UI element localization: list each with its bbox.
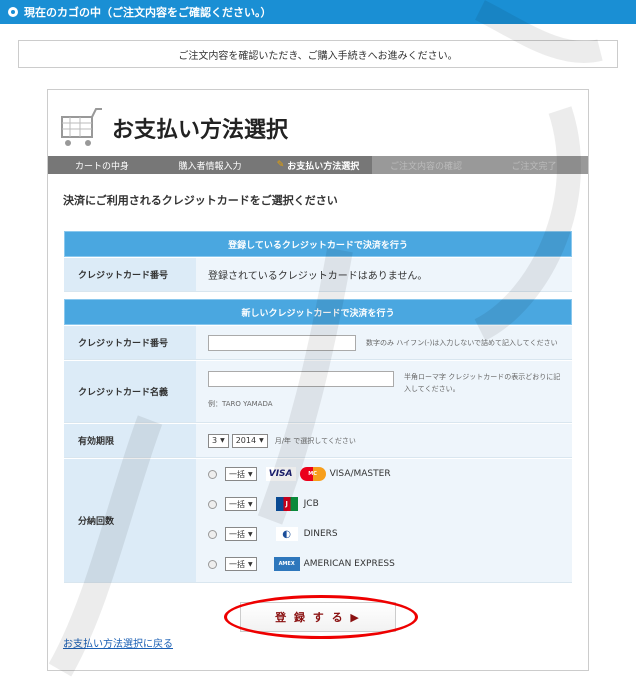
step-confirm: ご注文内容の確認 bbox=[372, 156, 480, 174]
diners-installment-select[interactable]: 一括▼ bbox=[225, 527, 257, 541]
step-payment-label: お支払い方法選択 bbox=[287, 159, 359, 172]
visa-logo-icon: VISA bbox=[266, 467, 296, 481]
amex-logo-icon: AMEX bbox=[274, 557, 300, 571]
step-payment: ✎ お支払い方法選択 bbox=[264, 156, 372, 174]
back-to-payment-link[interactable]: お支払い方法選択に戻る bbox=[63, 635, 173, 650]
payment-panel: お支払い方法選択 カートの中身 購入者情報入力 ✎ お支払い方法選択 ご注文内容… bbox=[47, 89, 589, 671]
pencil-icon: ✎ bbox=[277, 160, 285, 170]
amex-radio[interactable] bbox=[208, 560, 217, 569]
visa-master-installment-select[interactable]: 一括▼ bbox=[225, 467, 257, 481]
chevron-down-icon: ▼ bbox=[259, 437, 264, 444]
expiry-label: 有効期限 bbox=[64, 424, 196, 457]
card-name-input[interactable] bbox=[208, 371, 394, 387]
expiry-month-select[interactable]: 3▼ bbox=[208, 434, 229, 448]
step-buyer-info: 購入者情報入力 bbox=[156, 156, 264, 174]
card-name-label: クレジットカード名義 bbox=[64, 361, 196, 422]
chevron-down-icon: ▼ bbox=[248, 531, 253, 538]
cart-status-bar: 現在のカゴの中（ご注文内容をご確認ください。） bbox=[0, 0, 636, 24]
card-number-label: クレジットカード番号 bbox=[64, 326, 196, 359]
expiry-year-select[interactable]: 2014▼ bbox=[232, 434, 268, 448]
chevron-down-icon: ▼ bbox=[248, 561, 253, 568]
card-number-hint: 数字のみ ハイフン(-)は入力しないで詰めて記入してください bbox=[366, 338, 558, 348]
diners-radio[interactable] bbox=[208, 530, 217, 539]
installment-cell: 一括▼ VISA MC VISA/MASTER 一括▼ J JCB 一括▼ ◐ … bbox=[196, 459, 572, 582]
registered-card-row: クレジットカード番号 登録されているクレジットカードはありません。 bbox=[64, 258, 572, 292]
installment-label: 分納回数 bbox=[64, 459, 196, 582]
registered-card-value: 登録されているクレジットカードはありません。 bbox=[196, 258, 572, 291]
mastercard-logo-icon: MC bbox=[300, 467, 326, 481]
bullet-icon bbox=[8, 7, 18, 17]
registered-card-header: 登録しているクレジットカードで決済を行う bbox=[64, 231, 572, 257]
card-number-input[interactable] bbox=[208, 335, 356, 351]
new-card-header: 新しいクレジットカードで決済を行う bbox=[64, 299, 572, 325]
visa-master-radio[interactable] bbox=[208, 470, 217, 479]
expiry-cell: 3▼ 2014▼ 月/年 で選択してください bbox=[196, 424, 572, 457]
notice-box: ご注文内容を確認いただき、ご購入手続きへお進みください。 bbox=[18, 40, 618, 68]
chevron-down-icon: ▼ bbox=[220, 437, 225, 444]
visa-master-installment-value: 一括 bbox=[229, 469, 245, 480]
visa-master-label: VISA/MASTER bbox=[330, 469, 391, 479]
payment-option-visa-master: 一括▼ VISA MC VISA/MASTER bbox=[208, 467, 391, 481]
chevron-down-icon: ▼ bbox=[248, 501, 253, 508]
jcb-installment-value: 一括 bbox=[229, 499, 245, 510]
amex-label: AMERICAN EXPRESS bbox=[304, 559, 395, 569]
page-heading: お支払い方法選択 bbox=[58, 98, 288, 158]
card-number-cell: 数字のみ ハイフン(-)は入力しないで詰めて記入してください bbox=[196, 326, 572, 359]
diners-installment-value: 一括 bbox=[229, 529, 245, 540]
jcb-installment-select[interactable]: 一括▼ bbox=[225, 497, 257, 511]
highlight-circle bbox=[224, 595, 418, 639]
cart-status-title: 現在のカゴの中（ご注文内容をご確認ください。） bbox=[24, 4, 272, 20]
card-name-row: クレジットカード名義 半角ローマ字 クレジットカードの表示どおりに記入してくださ… bbox=[64, 361, 572, 423]
jcb-logo-icon: J bbox=[276, 497, 298, 511]
registered-card-label: クレジットカード番号 bbox=[64, 258, 196, 291]
amex-installment-value: 一括 bbox=[229, 559, 245, 570]
card-name-cell: 半角ローマ字 クレジットカードの表示どおりに記入してください。 例：TARO Y… bbox=[196, 361, 572, 422]
card-name-hint: 半角ローマ字 クレジットカードの表示どおりに記入してください。 bbox=[404, 371, 564, 395]
jcb-label: JCB bbox=[304, 499, 319, 509]
expiry-year-value: 2014 bbox=[236, 436, 256, 445]
amex-installment-select[interactable]: 一括▼ bbox=[225, 557, 257, 571]
notice-text: ご注文内容を確認いただき、ご購入手続きへお進みください。 bbox=[178, 47, 457, 62]
payment-option-diners: 一括▼ ◐ DINERS bbox=[208, 527, 338, 541]
chevron-down-icon: ▼ bbox=[248, 471, 253, 478]
cart-icon bbox=[58, 105, 104, 151]
expiry-month-value: 3 bbox=[212, 436, 217, 445]
diners-label: DINERS bbox=[304, 529, 338, 539]
diners-logo-icon: ◐ bbox=[276, 527, 298, 541]
payment-option-amex: 一括▼ AMEX AMERICAN EXPRESS bbox=[208, 557, 395, 571]
step-complete: ご注文完了 bbox=[480, 156, 588, 174]
installment-row: 分納回数 一括▼ VISA MC VISA/MASTER 一括▼ J JCB 一… bbox=[64, 459, 572, 583]
expiry-row: 有効期限 3▼ 2014▼ 月/年 で選択してください bbox=[64, 424, 572, 458]
card-name-example: 例：TARO YAMADA bbox=[208, 399, 572, 409]
card-number-row: クレジットカード番号 数字のみ ハイフン(-)は入力しないで詰めて記入してくださ… bbox=[64, 326, 572, 360]
step-cart: カートの中身 bbox=[48, 156, 156, 174]
jcb-radio[interactable] bbox=[208, 500, 217, 509]
page-title: お支払い方法選択 bbox=[112, 112, 288, 144]
progress-steps: カートの中身 購入者情報入力 ✎ お支払い方法選択 ご注文内容の確認 ご注文完了 bbox=[48, 156, 588, 174]
expiry-hint: 月/年 で選択してください bbox=[275, 436, 356, 446]
payment-option-jcb: 一括▼ J JCB bbox=[208, 497, 319, 511]
section-subtitle: 決済にご利用されるクレジットカードをご選択ください bbox=[63, 192, 338, 208]
